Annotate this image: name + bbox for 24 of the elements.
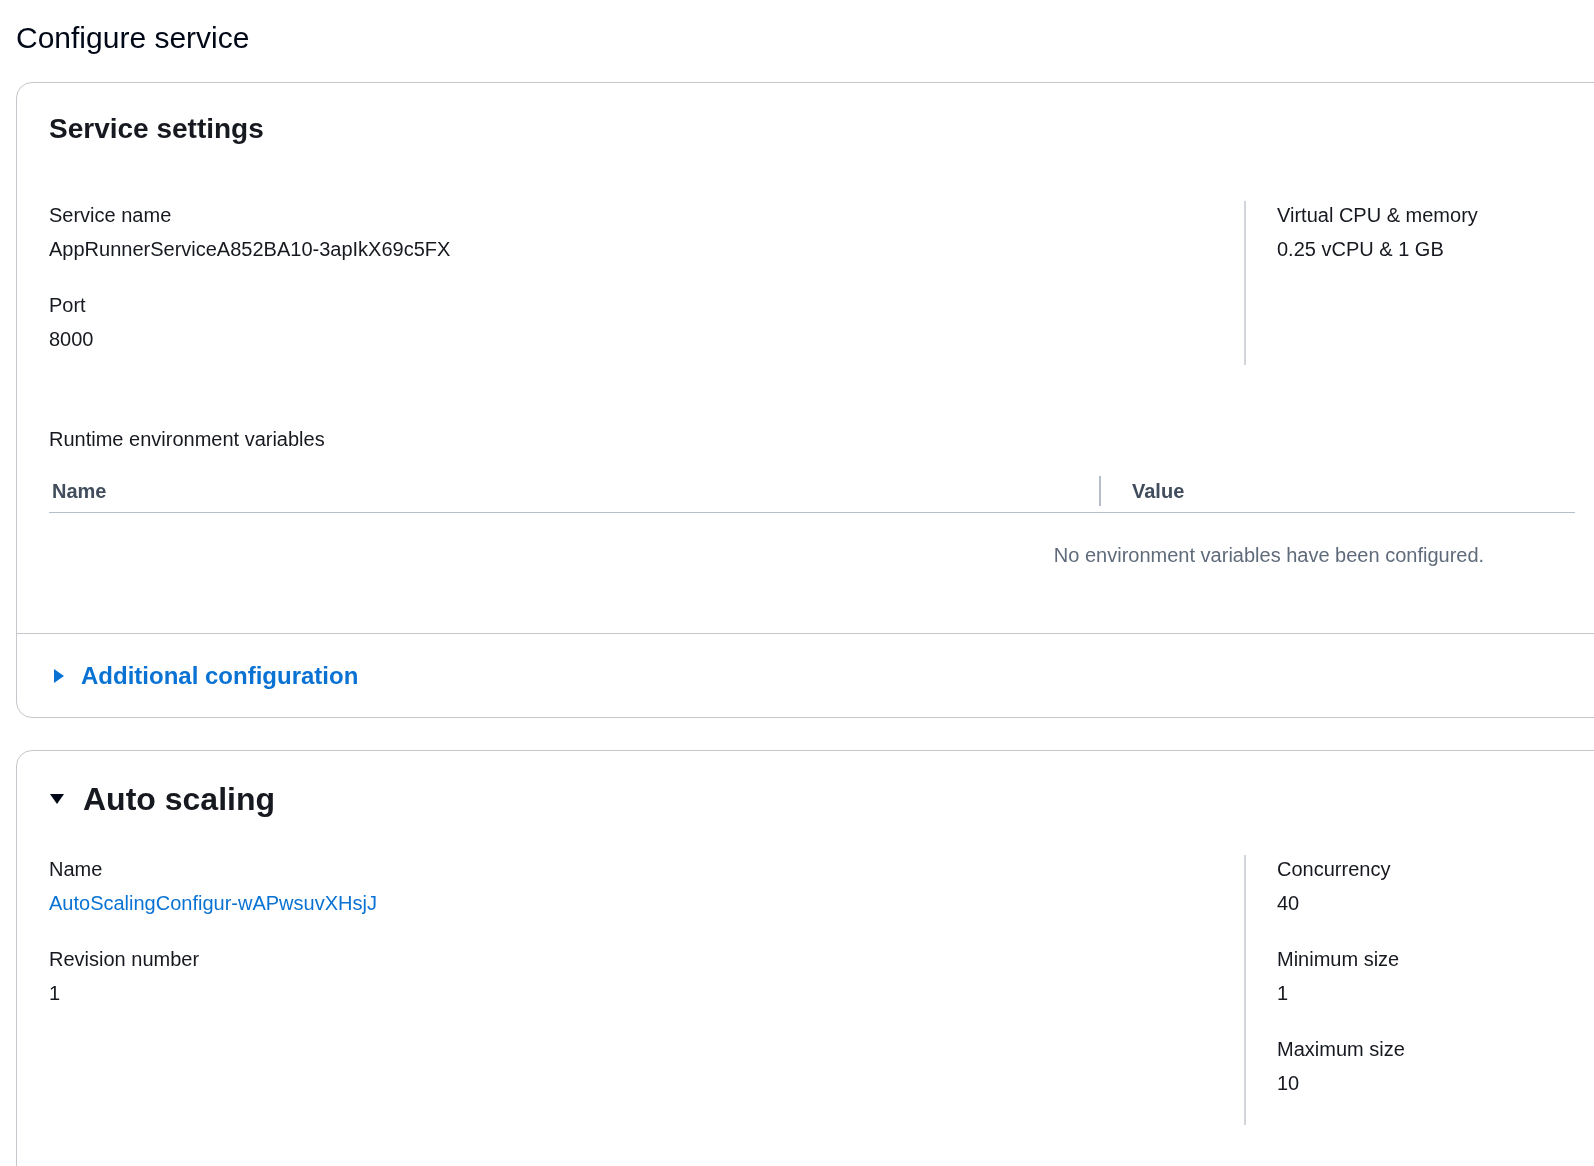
section-label: Runtime environment variables <box>49 427 326 452</box>
field-link[interactable]: AutoScalingConfigur-wAPwsuvXHsjJ <box>49 889 377 917</box>
field-label: Maximum size <box>1277 1037 1406 1062</box>
section-toggle[interactable]: Auto scaling <box>49 779 275 819</box>
empty-message: No environment variables have been configured. <box>1053 543 1485 568</box>
field-value: 8000 <box>49 327 95 352</box>
column-header: Name <box>51 478 108 504</box>
section-title: Service settings <box>49 112 265 146</box>
field-label: Virtual CPU & memory <box>1277 203 1479 228</box>
page-title: Configure service <box>16 20 251 56</box>
field-label: Port <box>49 293 87 318</box>
field-value: 1 <box>49 981 62 1006</box>
field-value: 10 <box>1277 1071 1301 1096</box>
field-label: Revision number <box>49 947 201 972</box>
column-header: Value <box>1099 475 1575 506</box>
field-value: AppRunnerServiceA852BA10-3apIkX69c5FX <box>49 237 452 262</box>
field-value: 40 <box>1277 891 1301 916</box>
field-value: 0.25 vCPU & 1 GB <box>1277 237 1445 262</box>
field-label: Service name <box>49 203 173 228</box>
field-label: Name <box>49 857 104 882</box>
expand-link[interactable]: Additional configuration <box>51 657 359 694</box>
field-label: Minimum size <box>1277 947 1401 972</box>
field-label: Concurrency <box>1277 857 1392 882</box>
field-value: 1 <box>1277 981 1290 1006</box>
